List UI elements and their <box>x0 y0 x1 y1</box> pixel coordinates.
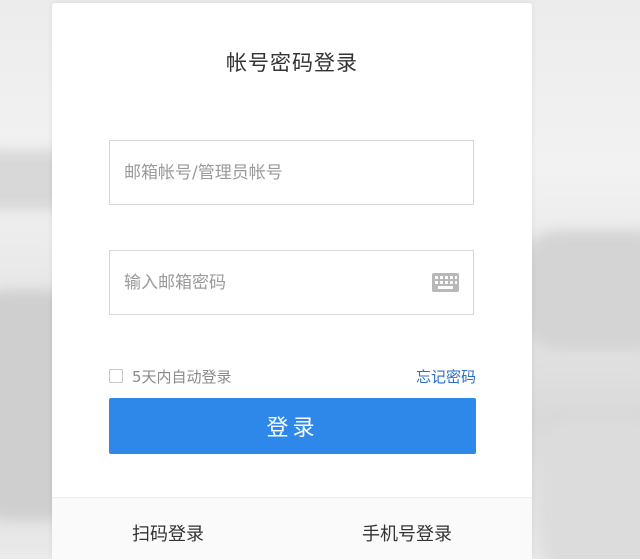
account-input[interactable] <box>124 141 424 204</box>
remember-me-label: 5天内自动登录 <box>132 367 232 386</box>
remember-me-toggle[interactable]: 5天内自动登录 <box>109 365 232 387</box>
keyboard-icon[interactable] <box>432 273 459 292</box>
remember-me-checkbox[interactable] <box>109 369 123 383</box>
login-panel: 帐号密码登录 5天内自动登录 忘记密码 登录 扫码登录 手机号登录 <box>52 3 532 560</box>
background-blur-shape <box>540 420 640 559</box>
alt-login-footer: 扫码登录 手机号登录 <box>52 497 532 560</box>
password-input[interactable] <box>124 251 424 314</box>
page-title: 帐号密码登录 <box>226 51 358 75</box>
forgot-password-link[interactable]: 忘记密码 <box>416 366 476 387</box>
phone-login-link[interactable]: 手机号登录 <box>362 520 452 546</box>
login-button[interactable]: 登录 <box>109 398 476 454</box>
account-field[interactable] <box>109 140 474 205</box>
qr-login-link[interactable]: 扫码登录 <box>132 520 204 546</box>
password-field[interactable] <box>109 250 474 315</box>
background-blur-shape <box>520 230 640 350</box>
